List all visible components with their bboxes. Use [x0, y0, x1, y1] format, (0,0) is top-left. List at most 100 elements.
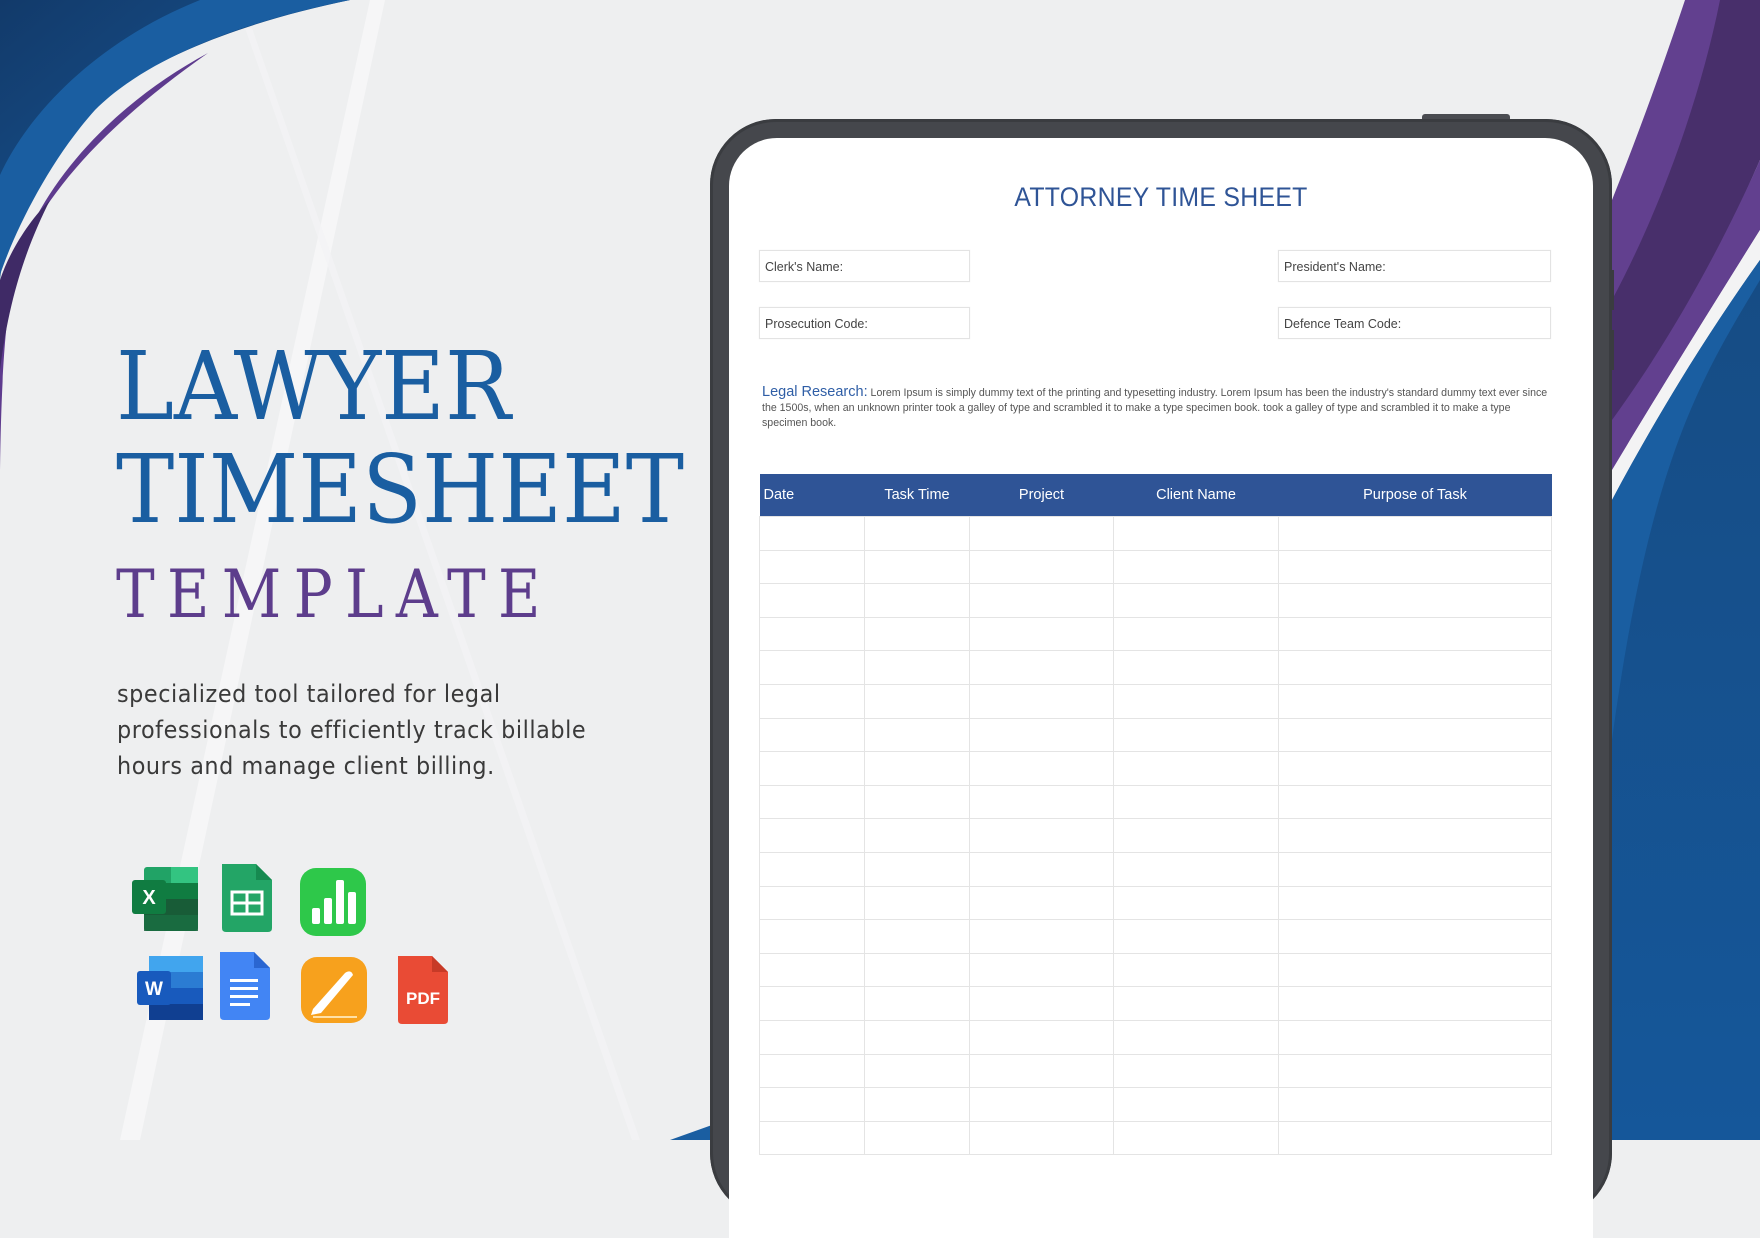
table-cell[interactable] — [759, 616, 865, 652]
table-cell[interactable] — [969, 986, 1114, 1021]
table-cell[interactable] — [1113, 1087, 1279, 1122]
table-cell[interactable] — [1278, 683, 1552, 719]
table-cell[interactable] — [1278, 549, 1552, 585]
table-cell[interactable] — [1113, 1120, 1279, 1156]
clerk-name-field[interactable]: Clerk's Name: — [759, 250, 970, 282]
table-cell[interactable] — [864, 683, 970, 719]
table-cell[interactable] — [864, 616, 970, 652]
table-cell[interactable] — [969, 1019, 1114, 1055]
table-cell[interactable] — [864, 1120, 970, 1156]
table-cell[interactable] — [1278, 616, 1552, 652]
table-cell[interactable] — [1278, 952, 1552, 988]
table-cell[interactable] — [969, 616, 1114, 652]
table-cell[interactable] — [969, 717, 1114, 753]
table-cell[interactable] — [759, 683, 865, 719]
table-cell[interactable] — [1278, 516, 1552, 551]
table-cell[interactable] — [969, 650, 1114, 685]
table-cell[interactable] — [1113, 818, 1279, 853]
table-cell[interactable] — [1278, 919, 1552, 954]
table-cell[interactable] — [1113, 549, 1279, 585]
table-cell[interactable] — [1278, 1120, 1552, 1156]
table-cell[interactable] — [1113, 784, 1279, 820]
table-cell[interactable] — [969, 751, 1114, 786]
table-cell[interactable] — [759, 885, 865, 921]
president-name-field[interactable]: President's Name: — [1278, 250, 1551, 282]
table-cell[interactable] — [969, 885, 1114, 921]
table-row — [759, 1087, 1552, 1122]
table-cell[interactable] — [1278, 851, 1552, 887]
table-cell[interactable] — [759, 952, 865, 988]
table-cell[interactable] — [969, 549, 1114, 585]
table-cell[interactable] — [864, 650, 970, 685]
table-cell[interactable] — [969, 952, 1114, 988]
table-cell[interactable] — [1278, 583, 1552, 618]
table-cell[interactable] — [969, 818, 1114, 853]
table-cell[interactable] — [864, 885, 970, 921]
table-cell[interactable] — [864, 784, 970, 820]
table-cell[interactable] — [759, 1087, 865, 1122]
table-cell[interactable] — [864, 1087, 970, 1122]
prosecution-code-field[interactable]: Prosecution Code: — [759, 307, 970, 339]
table-cell[interactable] — [1278, 818, 1552, 853]
table-cell[interactable] — [1113, 986, 1279, 1021]
table-cell[interactable] — [864, 851, 970, 887]
table-cell[interactable] — [1113, 1019, 1279, 1055]
table-cell[interactable] — [864, 818, 970, 853]
table-cell[interactable] — [759, 851, 865, 887]
table-cell[interactable] — [864, 717, 970, 753]
table-cell[interactable] — [969, 919, 1114, 954]
table-cell[interactable] — [759, 751, 865, 786]
table-cell[interactable] — [1113, 751, 1279, 786]
table-cell[interactable] — [969, 516, 1114, 551]
table-cell[interactable] — [864, 1053, 970, 1089]
table-cell[interactable] — [864, 549, 970, 585]
table-cell[interactable] — [1113, 1053, 1279, 1089]
table-cell[interactable] — [1113, 919, 1279, 954]
table-cell[interactable] — [969, 1087, 1114, 1122]
table-cell[interactable] — [759, 784, 865, 820]
table-cell[interactable] — [759, 919, 865, 954]
table-cell[interactable] — [969, 784, 1114, 820]
defence-team-code-field[interactable]: Defence Team Code: — [1278, 307, 1551, 339]
table-cell[interactable] — [969, 1120, 1114, 1156]
table-cell[interactable] — [1113, 885, 1279, 921]
table-cell[interactable] — [969, 1053, 1114, 1089]
table-cell[interactable] — [759, 1120, 865, 1156]
table-cell[interactable] — [1278, 885, 1552, 921]
table-cell[interactable] — [864, 1019, 970, 1055]
table-cell[interactable] — [1113, 516, 1279, 551]
table-cell[interactable] — [1113, 616, 1279, 652]
table-cell[interactable] — [759, 1053, 865, 1089]
table-cell[interactable] — [759, 1019, 865, 1055]
table-cell[interactable] — [759, 818, 865, 853]
table-cell[interactable] — [1278, 784, 1552, 820]
table-cell[interactable] — [1113, 683, 1279, 719]
table-cell[interactable] — [969, 851, 1114, 887]
table-cell[interactable] — [759, 549, 865, 585]
table-cell[interactable] — [1113, 851, 1279, 887]
table-cell[interactable] — [969, 583, 1114, 618]
table-cell[interactable] — [1278, 986, 1552, 1021]
table-cell[interactable] — [759, 583, 865, 618]
table-cell[interactable] — [1278, 1087, 1552, 1122]
table-cell[interactable] — [1278, 1019, 1552, 1055]
table-cell[interactable] — [1278, 717, 1552, 753]
table-cell[interactable] — [864, 919, 970, 954]
table-cell[interactable] — [1278, 650, 1552, 685]
table-cell[interactable] — [864, 952, 970, 988]
table-cell[interactable] — [969, 683, 1114, 719]
table-cell[interactable] — [759, 717, 865, 753]
table-cell[interactable] — [759, 986, 865, 1021]
table-cell[interactable] — [864, 583, 970, 618]
table-cell[interactable] — [759, 650, 865, 685]
table-cell[interactable] — [1278, 1053, 1552, 1089]
table-cell[interactable] — [759, 516, 865, 551]
table-cell[interactable] — [1113, 717, 1279, 753]
table-cell[interactable] — [1113, 583, 1279, 618]
table-cell[interactable] — [864, 516, 970, 551]
table-cell[interactable] — [1278, 751, 1552, 786]
table-cell[interactable] — [1113, 952, 1279, 988]
table-cell[interactable] — [864, 986, 970, 1021]
table-cell[interactable] — [864, 751, 970, 786]
table-cell[interactable] — [1113, 650, 1279, 685]
